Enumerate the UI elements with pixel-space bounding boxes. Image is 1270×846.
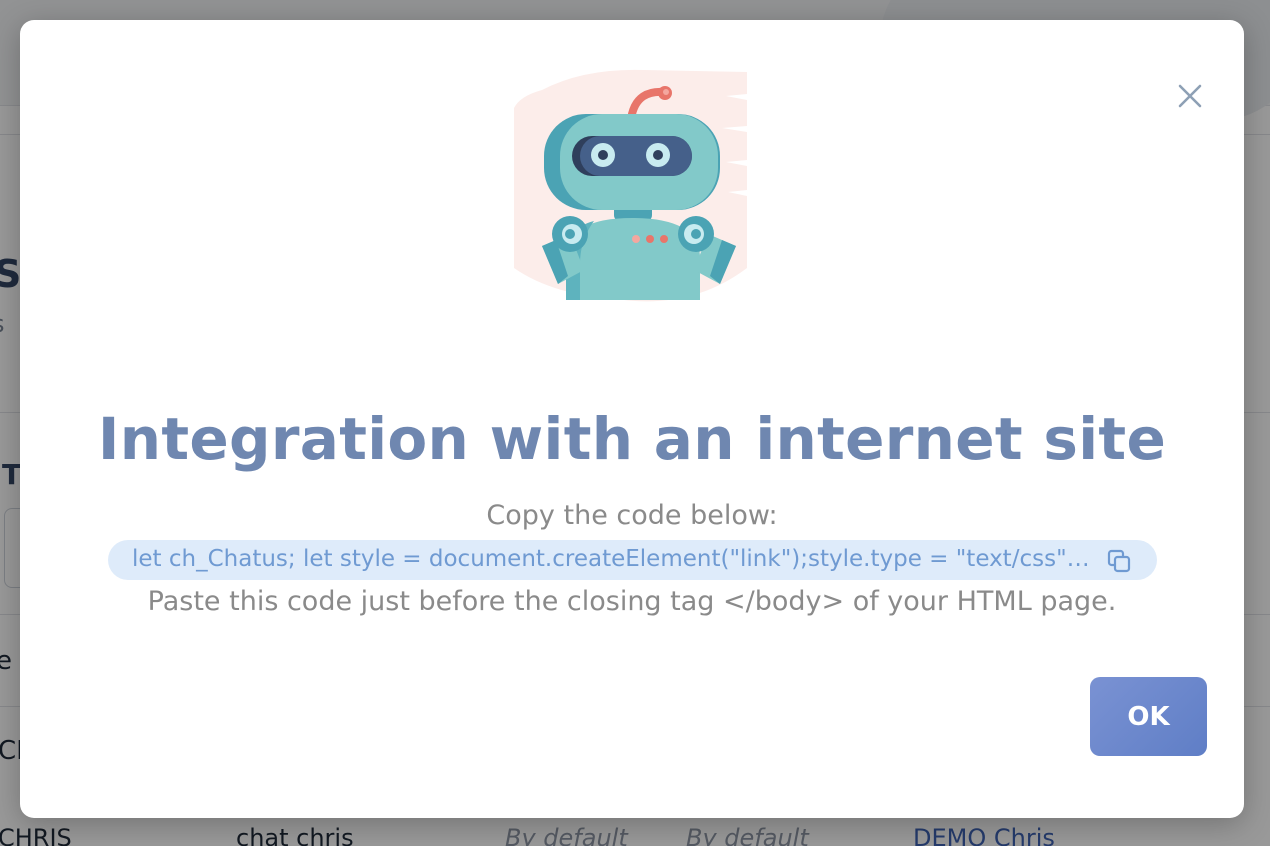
ok-button[interactable]: OK	[1090, 677, 1207, 756]
integration-modal: Integration with an internet site Copy t…	[20, 20, 1244, 818]
copy-icon[interactable]	[1106, 548, 1132, 574]
code-snippet-box[interactable]: let ch_Chatus; let style = document.crea…	[108, 540, 1157, 580]
code-snippet[interactable]: let ch_Chatus; let style = document.crea…	[132, 546, 1092, 572]
modal-title: Integration with an internet site	[97, 405, 1167, 473]
robot-illustration	[514, 69, 747, 302]
close-icon	[1178, 84, 1202, 108]
copy-instruction: Copy the code below:	[486, 500, 778, 531]
close-button[interactable]	[1172, 78, 1208, 114]
paste-instruction: Paste this code just before the closing …	[147, 586, 1117, 617]
